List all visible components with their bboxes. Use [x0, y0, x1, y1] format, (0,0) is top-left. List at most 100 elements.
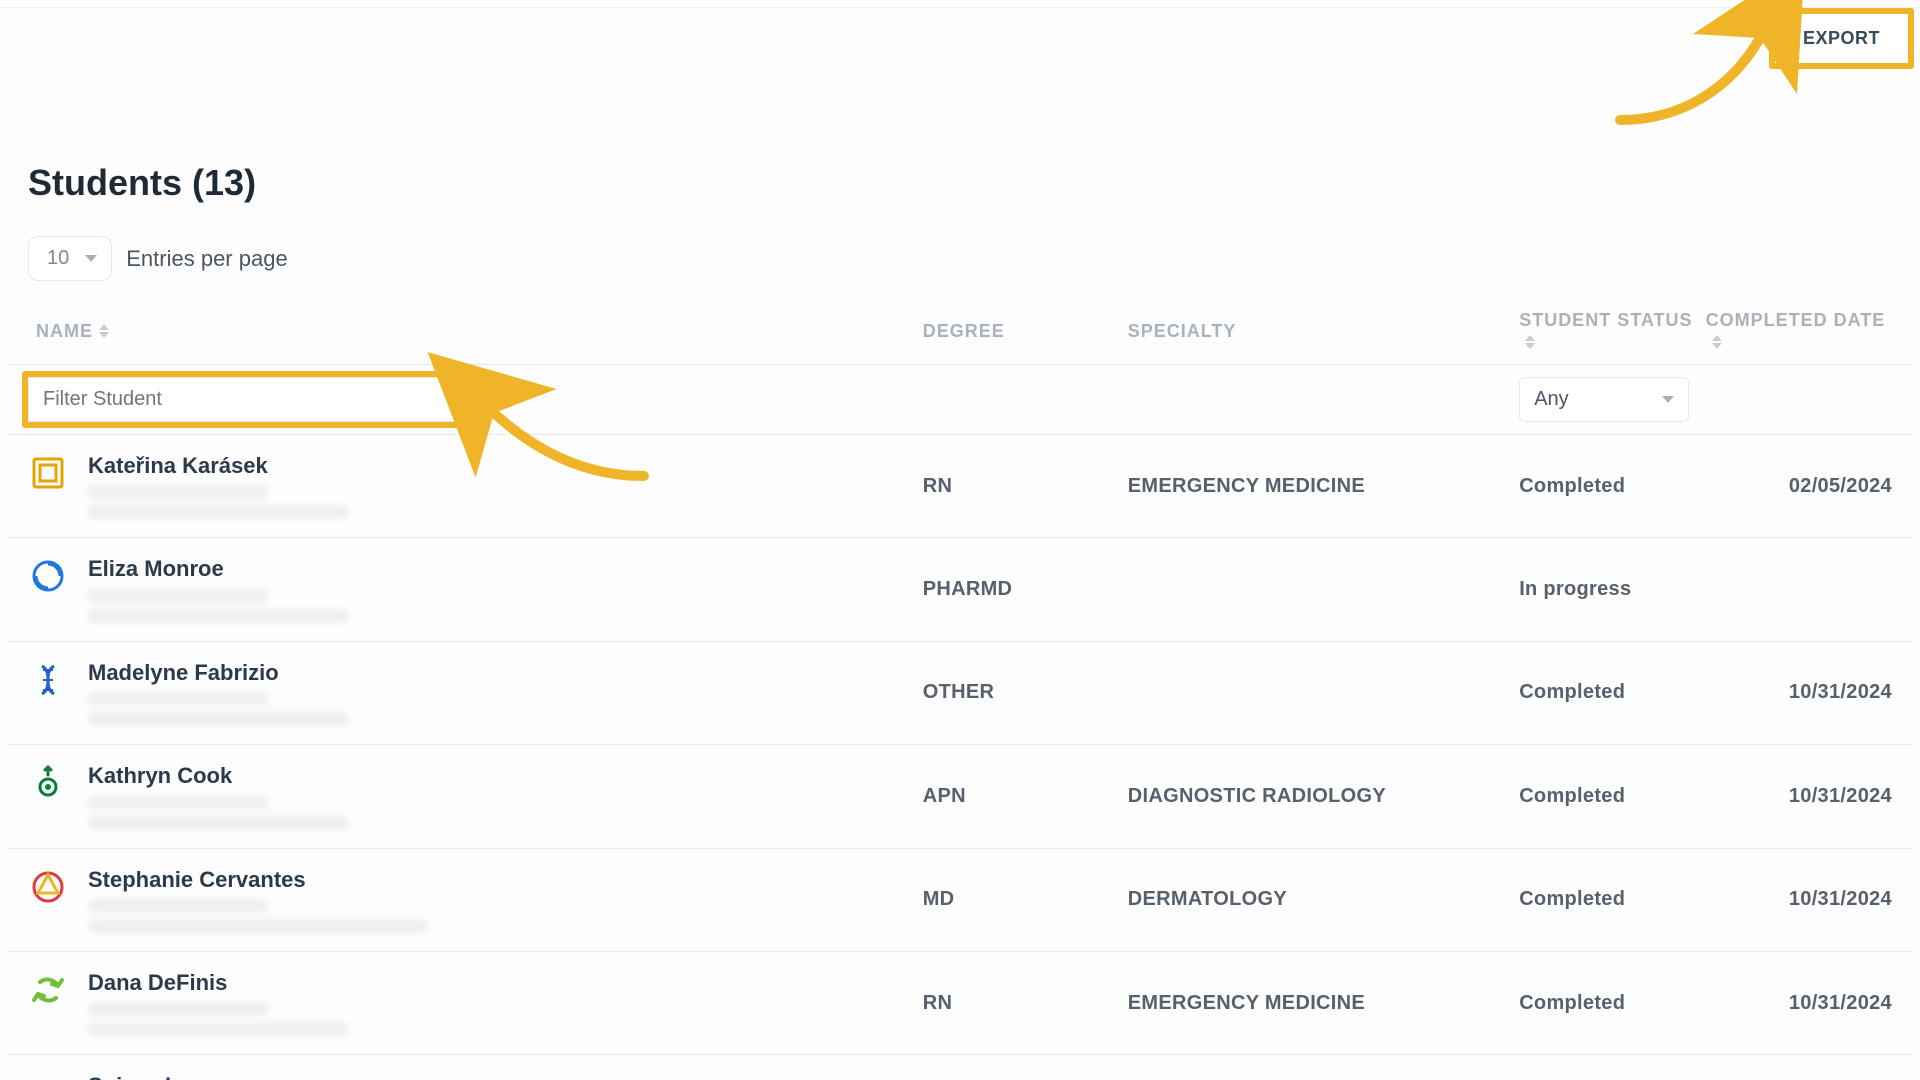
redacted-line — [88, 796, 268, 810]
completed-date-cell: 10/31/2024 — [1789, 681, 1892, 704]
col-header-status-label: STUDENT STATUS — [1519, 310, 1692, 330]
name-cell: Eliza Monroe — [28, 556, 923, 622]
degree-cell: RN — [923, 992, 1128, 1015]
col-header-specialty-label: SPECIALTY — [1128, 321, 1237, 341]
students-table: NAME DEGREE SPECIALTY STUDENT STATUS COM… — [8, 310, 1912, 1080]
col-header-name[interactable]: NAME — [28, 321, 923, 342]
table-row[interactable]: Suissa Lo — [8, 1055, 1912, 1080]
col-header-completed-date[interactable]: COMPLETED DATE — [1706, 310, 1892, 352]
degree-cell: APN — [923, 785, 1128, 808]
col-header-degree-label: DEGREE — [923, 321, 1005, 341]
student-name: Madelyne Fabrizio — [88, 660, 348, 686]
student-name: Suissa Lo — [88, 1073, 192, 1080]
col-header-name-label: NAME — [36, 321, 93, 342]
student-name: Kateřina Karásek — [88, 453, 348, 479]
sort-icon — [99, 324, 109, 338]
redacted-sublines — [88, 692, 348, 726]
avatar-icon — [28, 763, 68, 803]
avatar-icon — [28, 867, 68, 907]
sort-icon — [1525, 335, 1535, 349]
status-cell: In progress — [1519, 578, 1705, 601]
name-cell: Madelyne Fabrizio — [28, 660, 923, 726]
table-row[interactable]: Madelyne Fabrizio OTHER Completed 10/31/… — [8, 642, 1912, 745]
redacted-sublines — [88, 796, 348, 830]
redacted-line — [88, 485, 268, 499]
status-cell: Completed — [1519, 681, 1705, 704]
degree-cell: RN — [923, 475, 1128, 498]
table-row[interactable]: Kathryn Cook APN DIAGNOSTIC RADIOLOGY Co… — [8, 745, 1912, 848]
specialty-cell: DIAGNOSTIC RADIOLOGY — [1128, 785, 1519, 808]
avatar-icon — [28, 556, 68, 596]
status-cell: Completed — [1519, 888, 1705, 911]
page-title-count-value: 13 — [204, 162, 244, 203]
status-cell: Completed — [1519, 785, 1705, 808]
entries-per-page-value: 10 — [47, 247, 69, 270]
degree-cell: PHARMD — [923, 578, 1128, 601]
redacted-line — [88, 712, 348, 726]
table-header: NAME DEGREE SPECIALTY STUDENT STATUS COM… — [8, 310, 1912, 364]
redacted-line — [88, 899, 268, 913]
redacted-sublines — [88, 899, 428, 933]
student-name: Kathryn Cook — [88, 763, 348, 789]
entries-per-page-row: 10 Entries per page — [28, 236, 288, 281]
redacted-line — [88, 609, 348, 623]
student-name: Stephanie Cervantes — [88, 867, 428, 893]
entries-per-page-label: Entries per page — [126, 246, 287, 272]
table-row[interactable]: Eliza Monroe PHARMD In progress — [8, 538, 1912, 641]
table-row[interactable]: Stephanie Cervantes MD DERMATOLOGY Compl… — [8, 849, 1912, 952]
redacted-line — [88, 505, 348, 519]
redacted-line — [88, 692, 268, 706]
table-row[interactable]: Kateřina Karásek RN EMERGENCY MEDICINE C… — [8, 435, 1912, 538]
page-title-text: Students — [28, 162, 182, 203]
avatar-icon — [28, 1073, 68, 1080]
name-cell: Kateřina Karásek — [28, 453, 923, 519]
table-body: Kateřina Karásek RN EMERGENCY MEDICINE C… — [8, 435, 1912, 1080]
col-header-completed-date-label: COMPLETED DATE — [1706, 310, 1886, 330]
sort-icon — [1712, 335, 1722, 349]
col-header-degree[interactable]: DEGREE — [923, 321, 1005, 342]
redacted-line — [88, 1022, 348, 1036]
name-cell: Suissa Lo — [28, 1073, 923, 1080]
specialty-cell: EMERGENCY MEDICINE — [1128, 475, 1519, 498]
page-title: Students (13) — [28, 162, 256, 204]
name-cell: Dana DeFinis — [28, 970, 923, 1036]
avatar-icon — [28, 970, 68, 1010]
entries-per-page-select[interactable]: 10 — [28, 236, 112, 281]
completed-date-cell: 02/05/2024 — [1789, 475, 1892, 498]
status-cell: Completed — [1519, 992, 1705, 1015]
name-cell: Stephanie Cervantes — [28, 867, 923, 933]
filter-student-input[interactable] — [28, 377, 468, 422]
page-title-row: Students (13) — [28, 162, 256, 204]
col-header-specialty[interactable]: SPECIALTY — [1128, 321, 1237, 342]
status-cell: Completed — [1519, 475, 1705, 498]
redacted-sublines — [88, 589, 348, 623]
page-title-count: (13) — [192, 162, 256, 203]
status-filter-select[interactable]: Any — [1519, 377, 1689, 422]
completed-date-cell: 10/31/2024 — [1789, 888, 1892, 911]
redacted-line — [88, 816, 348, 830]
header-strip — [0, 0, 1920, 8]
col-header-status[interactable]: STUDENT STATUS — [1519, 310, 1705, 352]
status-filter-value: Any — [1534, 388, 1568, 411]
export-button[interactable]: EXPORT — [1775, 14, 1908, 63]
avatar-icon — [28, 453, 68, 493]
specialty-cell: EMERGENCY MEDICINE — [1128, 992, 1519, 1015]
chevron-down-icon — [85, 255, 97, 262]
redacted-line — [88, 589, 268, 603]
redacted-sublines — [88, 485, 348, 519]
name-cell: Kathryn Cook — [28, 763, 923, 829]
table-filter-row: Any — [8, 364, 1912, 435]
completed-date-cell: 10/31/2024 — [1789, 992, 1892, 1015]
export-highlight-box: EXPORT — [1769, 8, 1914, 69]
table-row[interactable]: Dana DeFinis RN EMERGENCY MEDICINE Compl… — [8, 952, 1912, 1055]
redacted-line — [88, 919, 428, 933]
filter-student-box — [28, 377, 468, 422]
degree-cell: OTHER — [923, 681, 1128, 704]
student-name: Dana DeFinis — [88, 970, 348, 996]
chevron-down-icon — [1662, 396, 1674, 403]
completed-date-cell: 10/31/2024 — [1789, 785, 1892, 808]
page-root: EXPORT Students (13) 10 Entries per page — [0, 0, 1920, 1080]
redacted-sublines — [88, 1002, 348, 1036]
degree-cell: MD — [923, 888, 1128, 911]
avatar-icon — [28, 660, 68, 700]
